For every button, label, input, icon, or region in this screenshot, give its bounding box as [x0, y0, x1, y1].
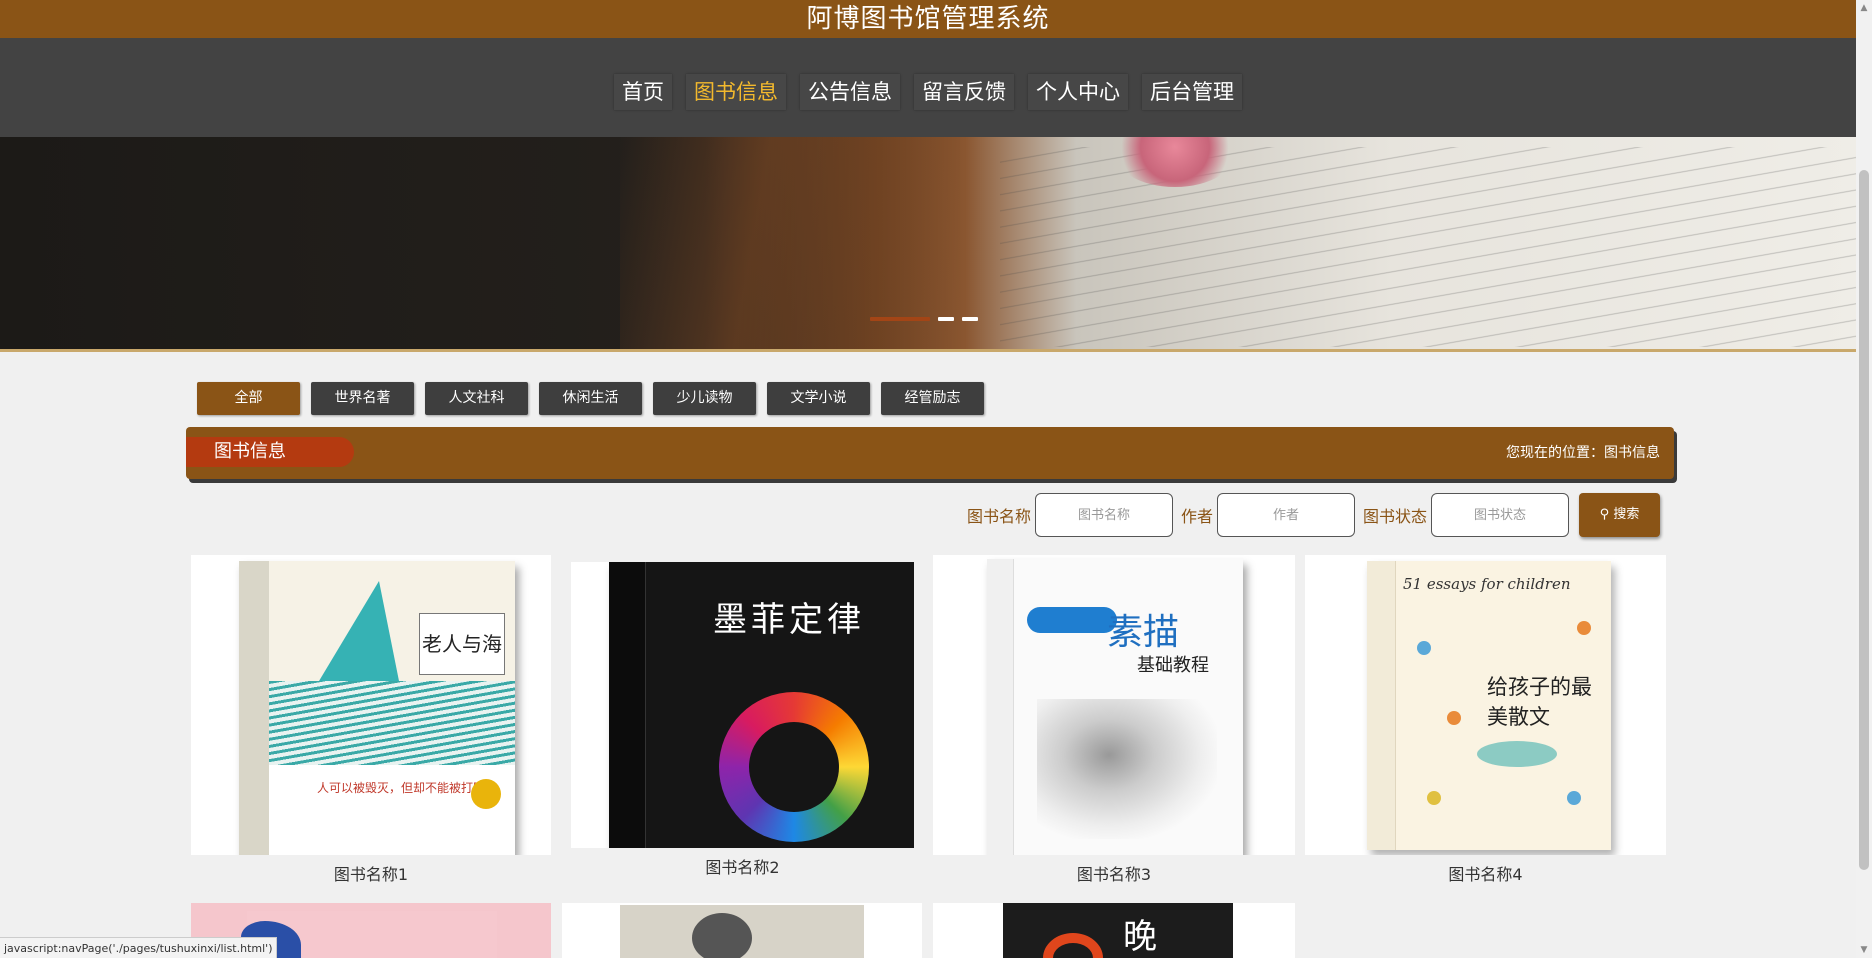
cover-title: 素描 [1107, 612, 1180, 653]
book-status-label: 图书状态 [1362, 507, 1427, 526]
carousel-dot[interactable] [870, 317, 930, 321]
section-title: 图书信息 [186, 437, 354, 467]
cover-tagline: 人可以被毁灭，但却不能被打败 [317, 781, 486, 795]
category-business[interactable]: 经管励志 [881, 382, 984, 415]
cover-badge [1027, 607, 1117, 633]
nav-item-announcements[interactable]: 公告信息 [800, 74, 900, 110]
book-card[interactable]: 51 essays for children 给孩子的最美散文 图书名称4 [1305, 555, 1666, 885]
site-title-bar: 阿博图书馆管理系统 [0, 0, 1856, 38]
category-leisure[interactable]: 休闲生活 [539, 382, 642, 415]
book-name[interactable]: 图书名称2 [571, 854, 914, 878]
book-name-input[interactable] [1034, 493, 1173, 537]
category-fiction[interactable]: 文学小说 [767, 382, 870, 415]
cover-art: 墨菲定律 [609, 562, 914, 848]
cover-sketch [1037, 699, 1217, 839]
category-humanities[interactable]: 人文社科 [425, 382, 528, 415]
book-card[interactable]: 素描 基础教程 图书名称3 [933, 555, 1295, 885]
banner-sheet-music [1000, 147, 1856, 347]
nav-item-profile[interactable]: 个人中心 [1028, 74, 1128, 110]
cover-spine [239, 561, 269, 855]
cover-badge [471, 779, 501, 809]
category-children[interactable]: 少儿读物 [653, 382, 756, 415]
nav-item-book-info[interactable]: 图书信息 [686, 74, 786, 110]
scroll-down-arrow-icon[interactable]: ▼ [1856, 942, 1872, 958]
book-status-input[interactable] [1431, 493, 1569, 537]
nav-item-admin[interactable]: 后台管理 [1142, 74, 1242, 110]
category-world-classics[interactable]: 世界名著 [311, 382, 414, 415]
cover-english-title: 51 essays for children [1403, 575, 1571, 593]
book-cover[interactable]: 51 essays for children 给孩子的最美散文 [1305, 555, 1666, 855]
breadcrumb: 您现在的位置：图书信息 [1506, 445, 1660, 461]
book-cover[interactable]: 老人与海 人可以被毁灭，但却不能被打败 [191, 555, 551, 855]
book-card[interactable]: 墨菲定律 图书名称2 [571, 562, 914, 882]
book-name-label: 图书名称 [966, 507, 1031, 526]
book-name[interactable]: 图书名称1 [191, 861, 551, 885]
cover-spine [1367, 561, 1396, 850]
book-name[interactable]: 图书名称4 [1305, 861, 1666, 885]
cover-lake [1477, 741, 1557, 767]
cover-sail [319, 581, 399, 681]
cover-art: 51 essays for children 给孩子的最美散文 [1367, 561, 1611, 850]
category-all[interactable]: 全部 [197, 382, 300, 415]
cover-spine [987, 559, 1014, 855]
search-form: 图书名称 作者 图书状态 ⚲ 搜索 [959, 493, 1660, 537]
section-header: 图书信息 您现在的位置：图书信息 [186, 427, 1674, 479]
cover-title: 老人与海 [419, 613, 505, 675]
carousel-dot[interactable] [938, 317, 954, 321]
nav-item-feedback[interactable]: 留言反馈 [914, 74, 1014, 110]
carousel-dot[interactable] [962, 317, 978, 321]
cover-color-wheel [719, 692, 869, 842]
book-cover[interactable]: 晚 [933, 903, 1295, 958]
author-label: 作者 [1180, 507, 1213, 526]
vertical-scrollbar[interactable]: ▲ ▼ [1856, 0, 1872, 958]
book-card[interactable]: 晚 [933, 903, 1295, 958]
banner-divider [0, 349, 1856, 352]
book-name[interactable]: 图书名称3 [933, 861, 1295, 885]
cover-art: 老人与海 人可以被毁灭，但却不能被打败 [239, 561, 515, 855]
cover-art [692, 913, 752, 958]
search-icon: ⚲ [1599, 507, 1610, 522]
cover-subtitle: 基础教程 [1137, 655, 1209, 676]
book-cover[interactable]: 素描 基础教程 [933, 555, 1295, 855]
cover-art: 素描 基础教程 [987, 559, 1243, 855]
main-nav: 首页 图书信息 公告信息 留言反馈 个人中心 后台管理 [0, 38, 1856, 137]
scroll-up-arrow-icon[interactable]: ▲ [1856, 0, 1872, 16]
nav-item-home[interactable]: 首页 [614, 74, 672, 110]
carousel-indicators [870, 317, 978, 321]
cover-sea [269, 681, 515, 765]
book-cover[interactable] [562, 903, 922, 958]
status-bar-url: javascript:navPage('./pages/tushuxinxi/l… [0, 937, 278, 958]
cover-lower: 人可以被毁灭，但却不能被打败 [269, 765, 515, 855]
site-title: 阿博图书馆管理系统 [806, 4, 1050, 34]
cover-title: 墨菲定律 [713, 600, 865, 640]
cover-spine [609, 562, 646, 848]
book-card[interactable] [562, 903, 922, 958]
category-filter: 全部 世界名著 人文社科 休闲生活 少儿读物 文学小说 经管励志 [197, 382, 984, 415]
scrollbar-thumb[interactable] [1859, 170, 1869, 870]
cover-title: 给孩子的最美散文 [1487, 675, 1592, 729]
page: 阿博图书馆管理系统 首页 图书信息 公告信息 留言反馈 个人中心 后台管理 全部… [0, 0, 1856, 958]
search-button[interactable]: ⚲ 搜索 [1579, 493, 1660, 537]
cover-title: 晚 [1123, 917, 1157, 957]
search-button-label: 搜索 [1613, 507, 1640, 522]
author-input[interactable] [1216, 493, 1355, 537]
book-cover[interactable]: 墨菲定律 [571, 562, 914, 848]
book-card[interactable]: 老人与海 人可以被毁灭，但却不能被打败 图书名称1 [191, 555, 551, 885]
